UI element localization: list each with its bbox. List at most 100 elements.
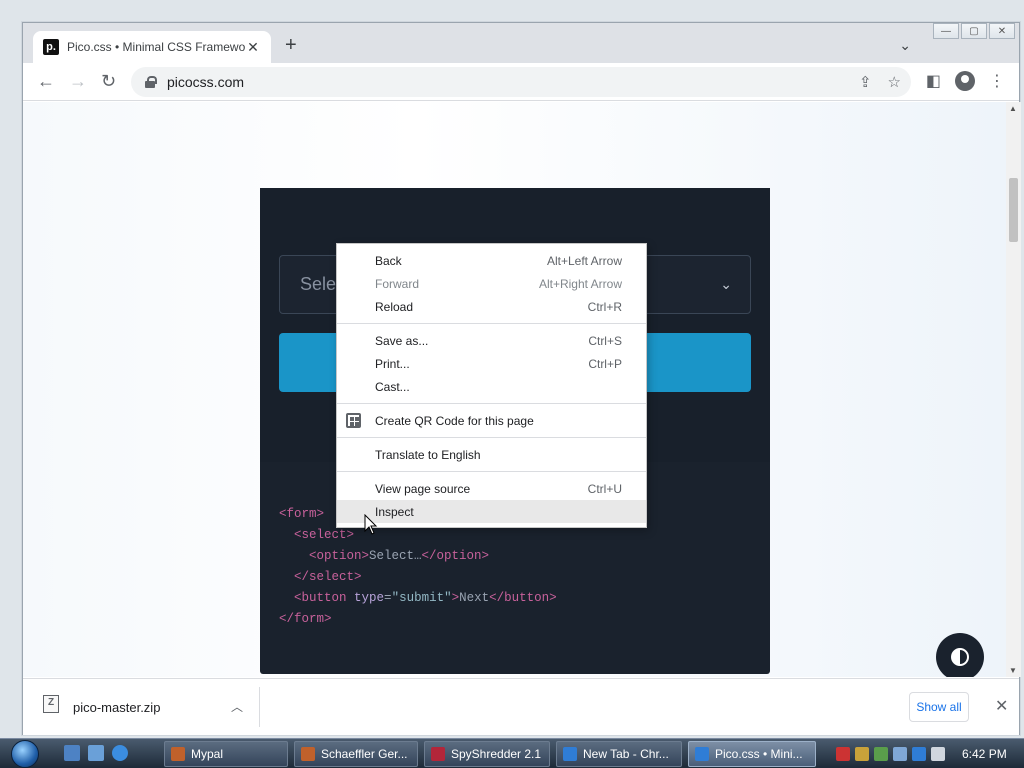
menu-item-label: Cast...	[375, 379, 410, 394]
menu-separator	[337, 403, 646, 404]
taskbar-item-label: Mypal	[191, 747, 224, 761]
switch-windows-icon[interactable]	[88, 745, 104, 761]
volume-icon[interactable]	[931, 747, 945, 761]
scroll-up-icon[interactable]: ▲	[1009, 104, 1017, 113]
share-icon[interactable]: ⇪	[859, 73, 872, 91]
menu-item-shortcut: Ctrl+S	[588, 333, 622, 348]
maximize-icon[interactable]: ▢	[961, 23, 987, 39]
menu-item-shortcut: Ctrl+U	[587, 481, 622, 496]
menu-item-label: Reload	[375, 299, 414, 314]
menu-item-label: Back	[375, 253, 402, 268]
page-scrollbar[interactable]: ▲ ▼	[1006, 102, 1021, 677]
internet-explorer-icon[interactable]	[112, 745, 128, 761]
menu-kebab-icon[interactable]: ⋮	[989, 71, 1005, 91]
lock-icon[interactable]	[145, 76, 157, 88]
tab-pico[interactable]: p. Pico.css • Minimal CSS Framewor ✕	[33, 31, 271, 63]
tab-strip: p. Pico.css • Minimal CSS Framewor ✕ + ⌄…	[23, 23, 1019, 63]
code-line: <button type="submit">Next</button>	[279, 588, 557, 609]
app-icon	[695, 747, 709, 761]
taskbar: Mypal Schaeffler Ger... SpyShredder 2.1 New…	[0, 738, 1024, 768]
side-panel-icon[interactable]: ◧	[926, 71, 941, 91]
windows-orb-icon	[11, 740, 39, 768]
taskbar-item[interactable]: Mypal	[164, 741, 288, 767]
tray-app-icon[interactable]	[893, 747, 907, 761]
network-icon[interactable]	[912, 747, 926, 761]
code-token: type	[346, 591, 385, 605]
forward-arrow-icon[interactable]: →	[69, 72, 87, 90]
system-tray	[836, 739, 945, 768]
scroll-down-icon[interactable]: ▼	[1009, 666, 1017, 675]
code-line: <option>Select…</option>	[279, 546, 557, 567]
code-line: </form>	[279, 609, 557, 630]
download-shelf: pico-master.zip ︿ Show all ✕	[23, 678, 1019, 735]
app-icon	[171, 747, 185, 761]
pico-favicon-icon: p.	[43, 39, 59, 55]
theme-toggle-button[interactable]	[936, 633, 984, 677]
bookmark-star-icon[interactable]: ☆	[888, 73, 901, 91]
menu-item-label: Forward	[375, 276, 420, 291]
menu-item-translate-to-english[interactable]: Translate to English	[337, 443, 646, 466]
divider	[259, 687, 260, 727]
code-token: >	[451, 591, 460, 605]
close-window-icon[interactable]: ✕	[989, 23, 1015, 39]
tray-app-icon[interactable]	[836, 747, 850, 761]
code-token: <option>	[309, 549, 370, 563]
menu-item-print[interactable]: Print... Ctrl+P	[337, 352, 646, 375]
clock[interactable]: 6:42 PM	[962, 747, 1007, 761]
show-all-button[interactable]: Show all	[909, 692, 969, 722]
taskbar-item[interactable]: Pico.css • Mini...	[688, 741, 816, 767]
menu-item-label: Save as...	[375, 333, 429, 348]
menu-item-save-as[interactable]: Save as... Ctrl+S	[337, 329, 646, 352]
code-token: Next	[459, 591, 490, 605]
menu-item-shortcut: Alt+Right Arrow	[538, 276, 622, 291]
url-text[interactable]: picocss.com	[167, 74, 244, 90]
tray-app-icon[interactable]	[874, 747, 888, 761]
close-shelf-icon[interactable]: ✕	[995, 696, 1008, 716]
new-tab-button[interactable]: +	[285, 35, 297, 55]
tab-close-icon[interactable]: ✕	[245, 39, 261, 56]
menu-item-label: Create QR Code for this page	[375, 413, 534, 428]
menu-item-label: Print...	[375, 356, 410, 371]
menu-item-label: View page source	[375, 481, 471, 496]
download-file-name[interactable]: pico-master.zip	[73, 700, 160, 715]
taskbar-item-label: Schaeffler Ger...	[321, 747, 408, 761]
menu-item-label: Inspect	[375, 504, 414, 519]
taskbar-item[interactable]: SpyShredder 2.1	[424, 741, 550, 767]
code-token: </option>	[421, 549, 490, 563]
code-token: </select>	[294, 570, 362, 584]
menu-item-view-page-source[interactable]: View page source Ctrl+U	[337, 477, 646, 500]
code-token: <form>	[279, 507, 325, 521]
reload-icon[interactable]: ↻	[101, 72, 116, 90]
address-bar[interactable]: picocss.com ⇪ ☆	[131, 67, 911, 97]
contrast-icon	[951, 648, 969, 666]
taskbar-item-label: Pico.css • Mini...	[715, 747, 803, 761]
tab-search-chevron-icon[interactable]: ⌄	[899, 37, 911, 54]
menu-item-create-qr-code-for-this-page[interactable]: Create QR Code for this page	[337, 409, 646, 432]
menu-item-label: Translate to English	[375, 447, 481, 462]
code-token: Select…	[369, 549, 422, 563]
menu-item-inspect[interactable]: Inspect	[337, 500, 646, 523]
menu-item-cast[interactable]: Cast...	[337, 375, 646, 398]
menu-item-back[interactable]: Back Alt+Left Arrow	[337, 249, 646, 272]
tray-app-icon[interactable]	[855, 747, 869, 761]
menu-item-forward[interactable]: Forward Alt+Right Arrow	[337, 272, 646, 295]
zip-file-icon[interactable]	[43, 695, 59, 713]
profile-avatar-icon[interactable]	[955, 71, 975, 91]
code-token: </form>	[279, 612, 332, 626]
menu-item-shortcut: Ctrl+P	[588, 356, 622, 371]
menu-item-shortcut: Ctrl+R	[587, 299, 622, 314]
code-token: =	[384, 591, 392, 605]
start-button[interactable]	[2, 739, 48, 768]
back-arrow-icon[interactable]: ←	[37, 72, 55, 90]
app-icon	[301, 747, 315, 761]
scrollbar-thumb[interactable]	[1009, 178, 1018, 242]
taskbar-item[interactable]: Schaeffler Ger...	[294, 741, 418, 767]
window-controls: — ▢ ✕	[933, 23, 1015, 39]
chevron-up-icon[interactable]: ︿	[231, 698, 243, 715]
menu-item-reload[interactable]: Reload Ctrl+R	[337, 295, 646, 318]
minimize-icon[interactable]: —	[933, 23, 959, 39]
show-desktop-icon[interactable]	[64, 745, 80, 761]
menu-separator	[337, 437, 646, 438]
taskbar-item[interactable]: New Tab - Chr...	[556, 741, 682, 767]
menu-item-shortcut: Alt+Left Arrow	[546, 253, 622, 268]
